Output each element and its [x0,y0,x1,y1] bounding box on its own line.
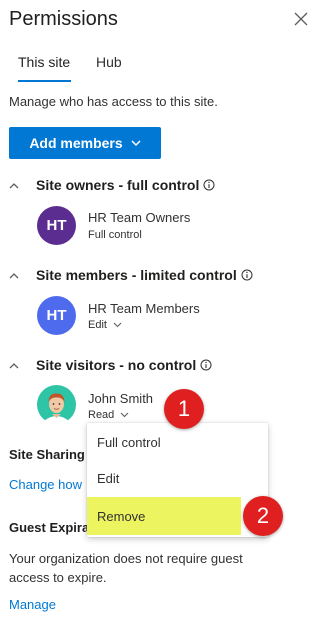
callout-badge-1: 1 [164,389,204,429]
guest-expiration-text-line2: access to expire. [9,570,107,585]
chevron-down-icon [113,322,122,328]
role-menu: Full control Edit Remove [87,423,268,537]
info-icon[interactable] [203,179,215,191]
section-owners-title: Site owners - full control [36,177,200,193]
avatar-hr-team-members: HT [37,296,76,335]
collapse-members-icon[interactable] [8,270,20,282]
section-owners-heading: Site owners - full control [36,177,215,193]
section-members-title: Site members - limited control [36,267,237,283]
info-icon[interactable] [200,359,212,371]
add-members-label: Add members [29,135,123,151]
permissions-description: Manage who has access to this site. [9,94,218,109]
chevron-down-icon [131,139,141,146]
close-icon[interactable] [293,11,309,27]
change-how-link[interactable]: Change how [9,477,82,492]
member-name: HR Team Members [88,301,200,316]
site-sharing-heading: Site Sharing [9,447,85,462]
menu-item-full-control[interactable]: Full control [87,423,268,461]
add-members-button[interactable]: Add members [9,127,161,159]
avatar-john-smith [37,385,76,424]
member-role-label: Edit [88,319,107,331]
manage-link[interactable]: Manage [9,597,56,612]
section-members-heading: Site members - limited control [36,267,253,283]
collapse-owners-icon[interactable] [8,180,20,192]
callout-badge-2: 2 [243,496,283,536]
member-role: Full control [88,229,142,241]
collapse-visitors-icon[interactable] [8,360,20,372]
active-tab-indicator [18,80,71,82]
member-role-dropdown[interactable]: Edit [88,319,122,331]
section-visitors-heading: Site visitors - no control [36,357,212,373]
menu-item-edit[interactable]: Edit [87,459,268,497]
guest-expiration-text-line1: Your organization does not require guest [9,551,243,566]
tab-hub[interactable]: Hub [96,54,122,70]
info-icon[interactable] [241,269,253,281]
chevron-down-icon [120,412,129,418]
member-role-label: Read [88,409,115,421]
member-name: John Smith [88,391,154,406]
member-name: HR Team Owners [88,210,191,225]
panel-title: Permissions [9,8,118,30]
member-role-dropdown[interactable]: Read [88,409,129,421]
menu-item-remove[interactable]: Remove [87,497,241,535]
section-visitors-title: Site visitors - no control [36,357,197,373]
member-role-label: Full control [88,229,142,241]
avatar-hr-team-owners: HT [37,206,76,245]
tab-this-site[interactable]: This site [18,54,70,70]
